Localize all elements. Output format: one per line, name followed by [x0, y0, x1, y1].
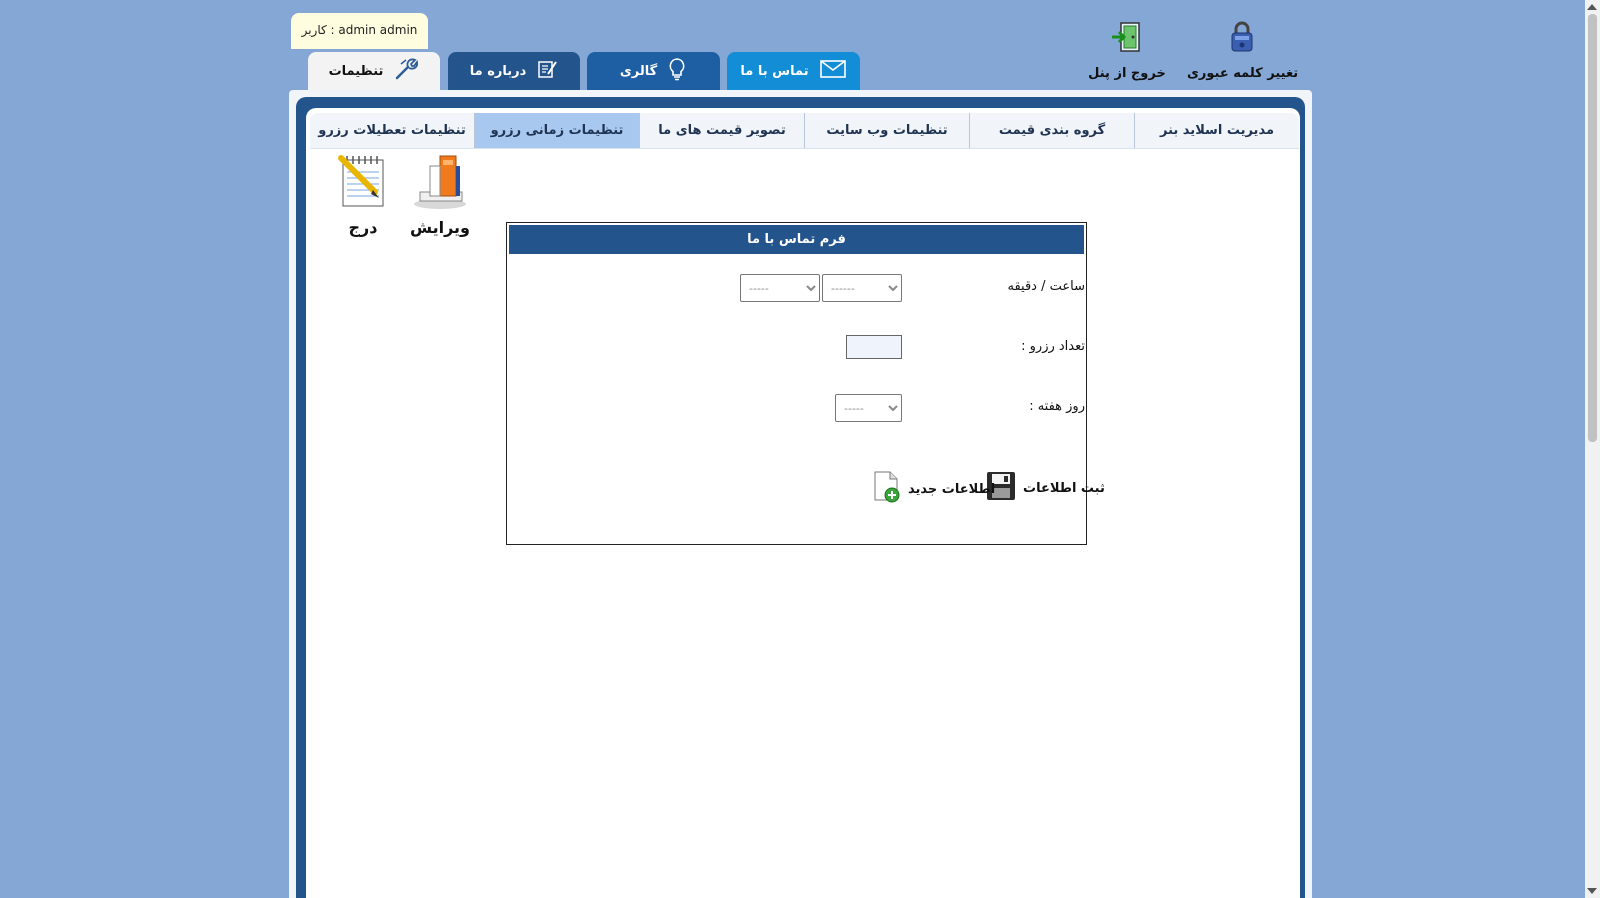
hour-select[interactable]: ------ [822, 274, 902, 302]
change-password-button[interactable]: تغییر کلمه عبوری [1187, 20, 1299, 81]
tab-settings[interactable]: تنظیمات [308, 52, 440, 90]
insert-button[interactable]: درج [330, 152, 396, 237]
minute-select[interactable]: ----- [740, 274, 820, 302]
booking-count-input[interactable] [846, 335, 902, 359]
scrollbar-thumb[interactable] [1588, 14, 1597, 442]
edit-button[interactable]: ویرایش [405, 152, 475, 237]
sub-tab-bar: مدیریت اسلاید بنر گروه بندی قیمت تنظیمات… [310, 113, 1299, 149]
books-icon [410, 155, 470, 216]
time-label: ساعت / دقیقه [1007, 279, 1086, 294]
save-button[interactable]: ثبت اطلاعات [985, 470, 1105, 506]
scroll-down-arrow[interactable] [1587, 888, 1597, 894]
logout-label: خروج از پنل [1088, 66, 1166, 81]
document-pen-icon [536, 58, 558, 84]
subtab-booking-time-settings[interactable]: تنظیمات زمانی رزرو [474, 113, 639, 148]
new-record-button[interactable]: اطلاعات جدید [872, 470, 995, 508]
scroll-up-arrow[interactable] [1587, 4, 1597, 10]
booking-count-label: تعداد رزرو : [1021, 339, 1085, 354]
edit-label: ویرایش [409, 218, 470, 237]
insert-label: درج [348, 218, 378, 237]
tab-about-us-label: درباره ما [469, 63, 527, 79]
tab-gallery[interactable]: گالری [587, 52, 720, 90]
tab-about-us[interactable]: درباره ما [448, 52, 580, 90]
envelope-icon [819, 59, 847, 83]
weekday-label: روز هفته : [1029, 399, 1085, 414]
subtab-label: تنظیمات زمانی رزرو [490, 123, 624, 138]
exit-door-icon [1072, 20, 1182, 58]
current-user-badge: admin admin : کاربر جاری [291, 13, 428, 71]
tab-gallery-label: گالری [619, 63, 658, 79]
notepad-pencil-icon [335, 155, 391, 216]
tab-contact-us[interactable]: تماس با ما [727, 52, 860, 90]
new-document-icon [872, 470, 902, 508]
subtab-price-groups[interactable]: گروه بندی قیمت [969, 113, 1134, 148]
save-label: ثبت اطلاعات [1023, 480, 1105, 496]
new-record-label: اطلاعات جدید [908, 481, 996, 497]
wrench-icon [393, 56, 419, 86]
subtab-label: تنظیمات تعطیلات رزرو [318, 123, 466, 138]
tab-contact-us-label: تماس با ما [740, 63, 809, 79]
subtab-website-settings[interactable]: تنظیمات وب سایت [804, 113, 969, 148]
subtab-label: گروه بندی قیمت [998, 123, 1106, 138]
logout-button[interactable]: خروج از پنل [1072, 20, 1182, 81]
lightbulb-icon [667, 57, 687, 85]
subtab-label: مدیریت اسلاید بنر [1160, 123, 1274, 138]
weekday-select[interactable]: ----- [835, 394, 902, 422]
subtab-label: تنظیمات وب سایت [826, 123, 948, 138]
tab-settings-label: تنظیمات [328, 63, 384, 79]
form-title: فرم تماس با ما [509, 225, 1084, 254]
change-password-label: تغییر کلمه عبوری [1187, 66, 1299, 81]
subtab-label: تصویر قیمت های ما [658, 123, 786, 138]
padlock-icon [1187, 20, 1297, 58]
subtab-price-images[interactable]: تصویر قیمت های ما [639, 113, 804, 148]
subtab-banner-slides[interactable]: مدیریت اسلاید بنر [1134, 113, 1299, 148]
subtab-booking-holiday-settings[interactable]: تنظیمات تعطیلات رزرو [310, 113, 474, 148]
